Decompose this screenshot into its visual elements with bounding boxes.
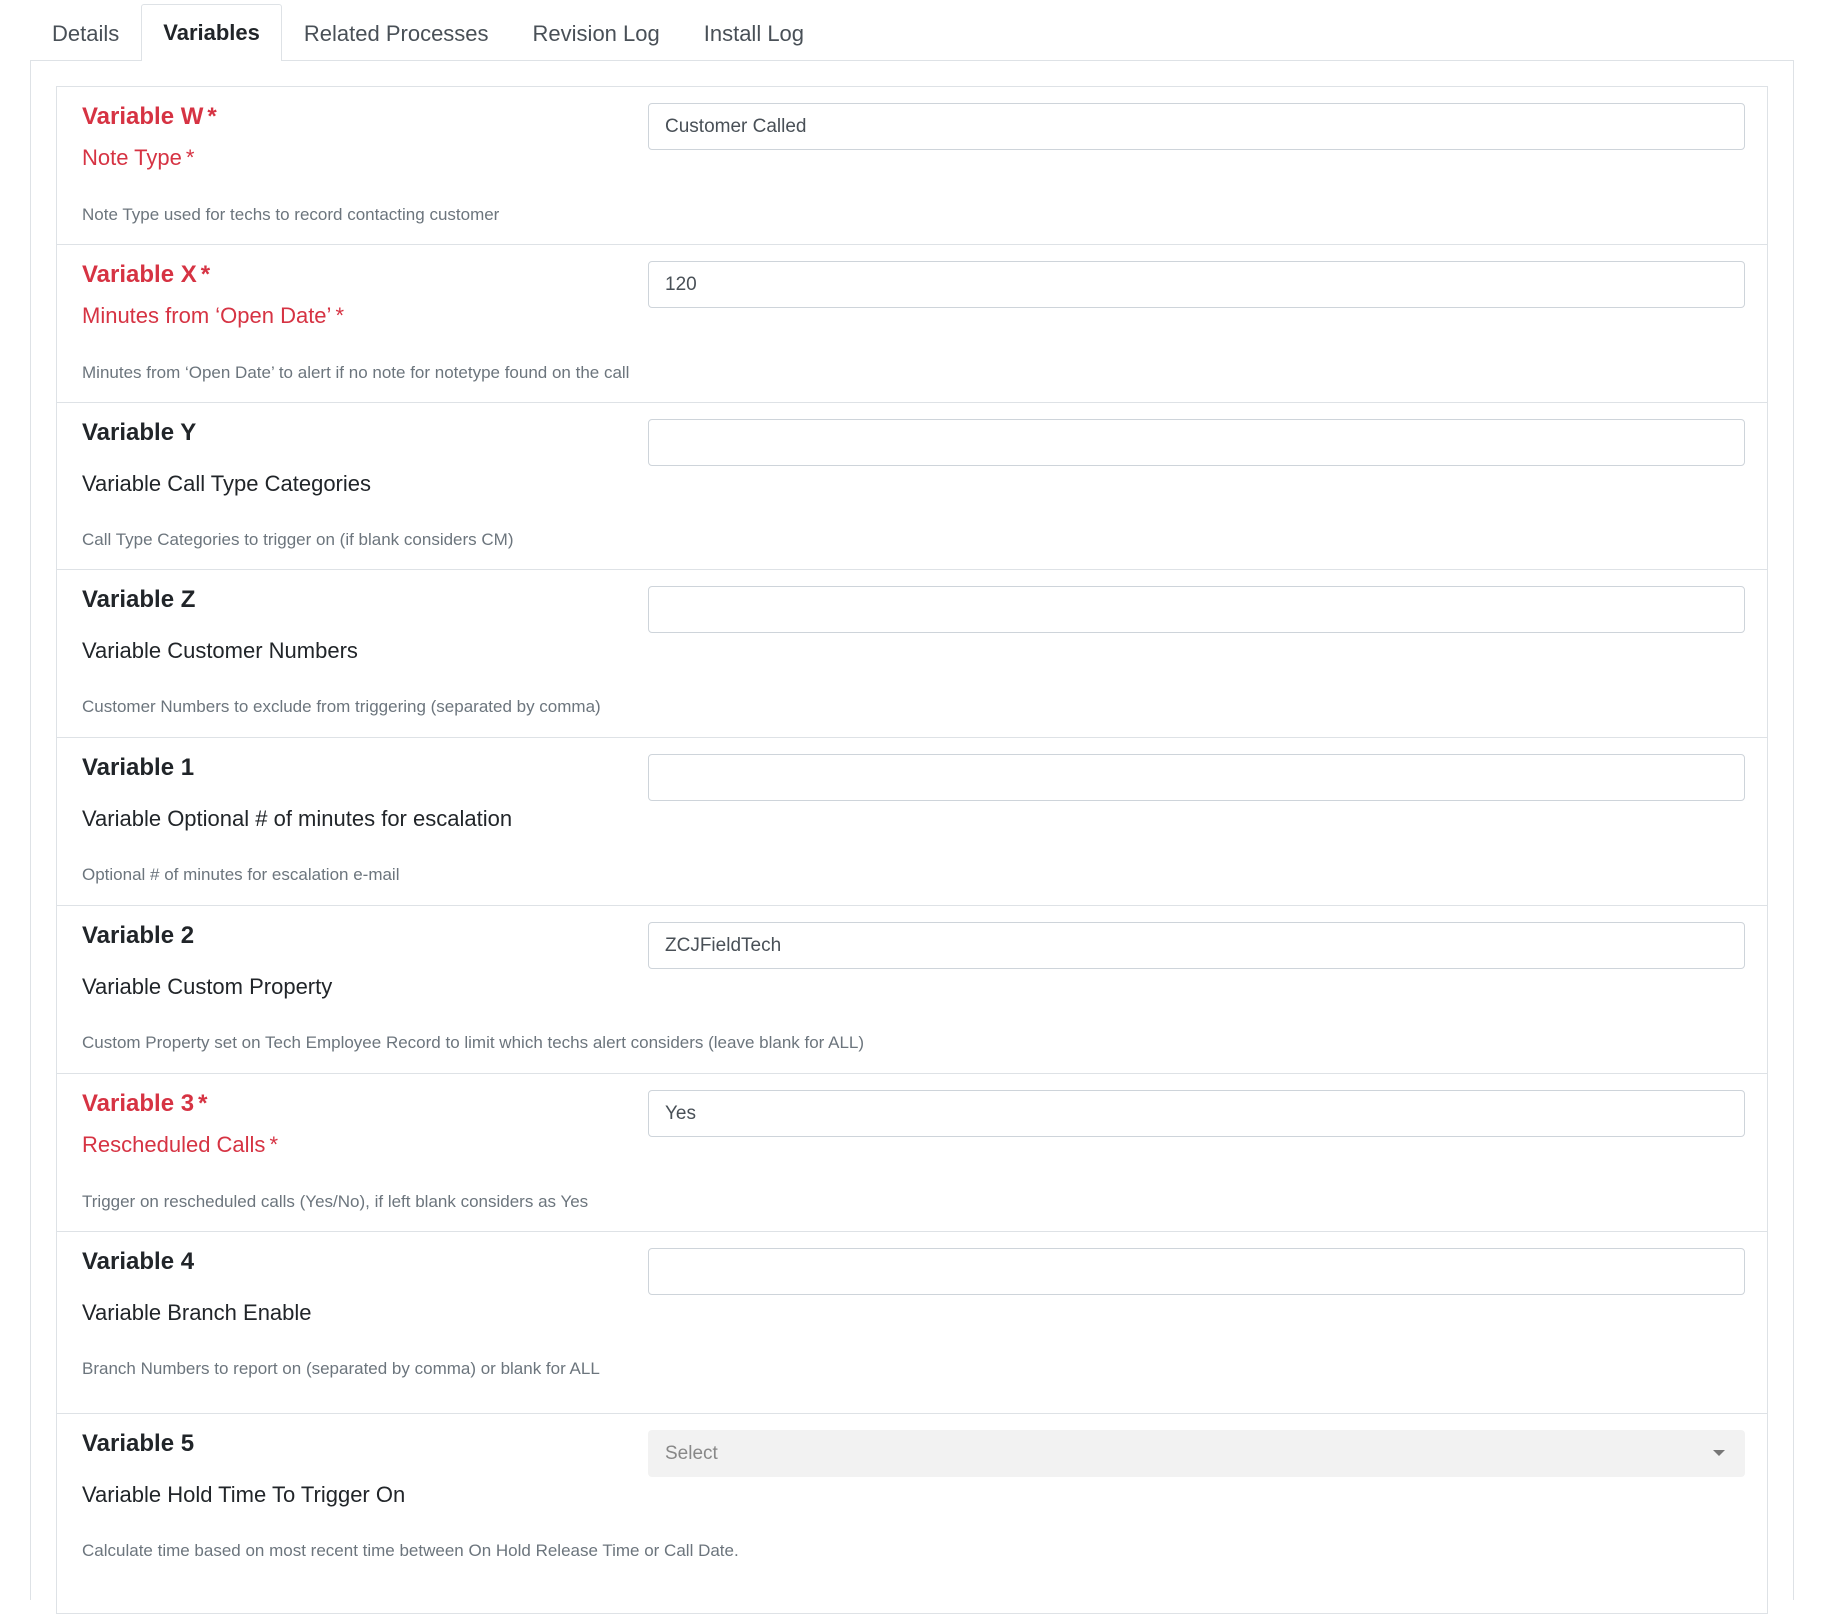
variable-label: Variable Call Type Categories xyxy=(82,471,372,496)
variable-help-text: Customer Numbers to exclude from trigger… xyxy=(82,697,601,716)
tab-variables[interactable]: Variables xyxy=(141,4,282,61)
chevron-down-icon xyxy=(1713,1450,1725,1456)
variable-help-text: Optional # of minutes for escalation e-m… xyxy=(82,865,400,884)
required-marker: * xyxy=(198,1090,208,1117)
variable-title: Variable X * xyxy=(82,261,211,288)
required-marker: * xyxy=(200,261,211,288)
variable-x-input[interactable] xyxy=(648,261,1745,308)
variable-5-select[interactable]: Select xyxy=(648,1430,1745,1477)
variable-help-text: Note Type used for techs to record conta… xyxy=(82,205,500,224)
variable-help-text: Calculate time based on most recent time… xyxy=(82,1541,739,1560)
variable-label: Minutes from ‘Open Date’ * xyxy=(82,303,344,328)
variable-3-input[interactable] xyxy=(648,1090,1745,1137)
required-marker: * xyxy=(269,1132,278,1157)
variable-row-y: Variable Y Variable Call Type Categories… xyxy=(57,403,1767,570)
variable-title: Variable 3 * xyxy=(82,1090,208,1117)
variable-title: Variable 4 xyxy=(82,1248,195,1275)
variable-row-5: Variable 5 Variable Hold Time To Trigger… xyxy=(57,1414,1767,1614)
variable-label: Variable Custom Property xyxy=(82,974,333,999)
variable-4-input[interactable] xyxy=(648,1248,1745,1295)
variable-row-w: Variable W * Note Type * Note Type used fo… xyxy=(57,87,1767,245)
variable-label: Rescheduled Calls * xyxy=(82,1132,278,1157)
variable-row-4: Variable 4 Variable Branch Enable Branch… xyxy=(57,1232,1767,1414)
variable-row-x: Variable X * Minutes from ‘Open Date’ * Mi… xyxy=(57,245,1767,403)
tab-install-log[interactable]: Install Log xyxy=(682,5,826,61)
variable-1-input[interactable] xyxy=(648,754,1745,801)
tab-related-processes[interactable]: Related Processes xyxy=(282,5,511,61)
required-marker: * xyxy=(335,303,344,328)
variable-title: Variable 5 xyxy=(82,1430,195,1457)
variable-label: Variable Hold Time To Trigger On xyxy=(82,1482,406,1507)
variable-label: Note Type * xyxy=(82,145,195,170)
variables-list: Variable W * Note Type * Note Type used fo… xyxy=(56,86,1768,1614)
variables-panel: Variable W * Note Type * Note Type used fo… xyxy=(30,60,1794,1614)
required-marker: * xyxy=(185,145,195,170)
variable-z-input[interactable] xyxy=(648,586,1745,633)
variable-title: Variable W * xyxy=(82,103,217,130)
variable-title: Variable Z xyxy=(82,586,196,613)
variable-help-text: Branch Numbers to report on (separated b… xyxy=(82,1359,600,1378)
variable-row-1: Variable 1 Variable Optional # of minute… xyxy=(57,738,1767,906)
variable-help-text: Custom Property set on Tech Employee Rec… xyxy=(82,1033,865,1052)
variable-label: Variable Branch Enable xyxy=(82,1300,312,1325)
variable-help-text: Trigger on rescheduled calls (Yes/No), i… xyxy=(82,1192,589,1211)
variable-title: Variable 1 xyxy=(82,754,195,781)
variable-label: Variable Customer Numbers xyxy=(82,638,358,663)
variable-title: Variable 2 xyxy=(82,922,195,949)
variable-help-text: Minutes from ‘Open Date’ to alert if no … xyxy=(82,363,630,382)
tab-details[interactable]: Details xyxy=(30,5,141,61)
variable-row-2: Variable 2 Variable Custom Property Cust… xyxy=(57,906,1767,1074)
tab-revision-log[interactable]: Revision Log xyxy=(511,5,682,61)
select-placeholder: Select xyxy=(665,1443,718,1464)
variable-2-input[interactable] xyxy=(648,922,1745,969)
variable-label: Variable Optional # of minutes for escal… xyxy=(82,806,513,831)
tab-bar: Details Variables Related Processes Revi… xyxy=(30,0,1794,61)
variable-row-3: Variable 3 * Rescheduled Calls * Trigger o… xyxy=(57,1074,1767,1232)
variable-help-text: Call Type Categories to trigger on (if b… xyxy=(82,530,514,549)
variable-row-z: Variable Z Variable Customer Numbers Cus… xyxy=(57,570,1767,738)
variable-y-input[interactable] xyxy=(648,419,1745,466)
variable-w-input[interactable] xyxy=(648,103,1745,150)
required-marker: * xyxy=(207,103,217,130)
variable-title: Variable Y xyxy=(82,419,197,446)
